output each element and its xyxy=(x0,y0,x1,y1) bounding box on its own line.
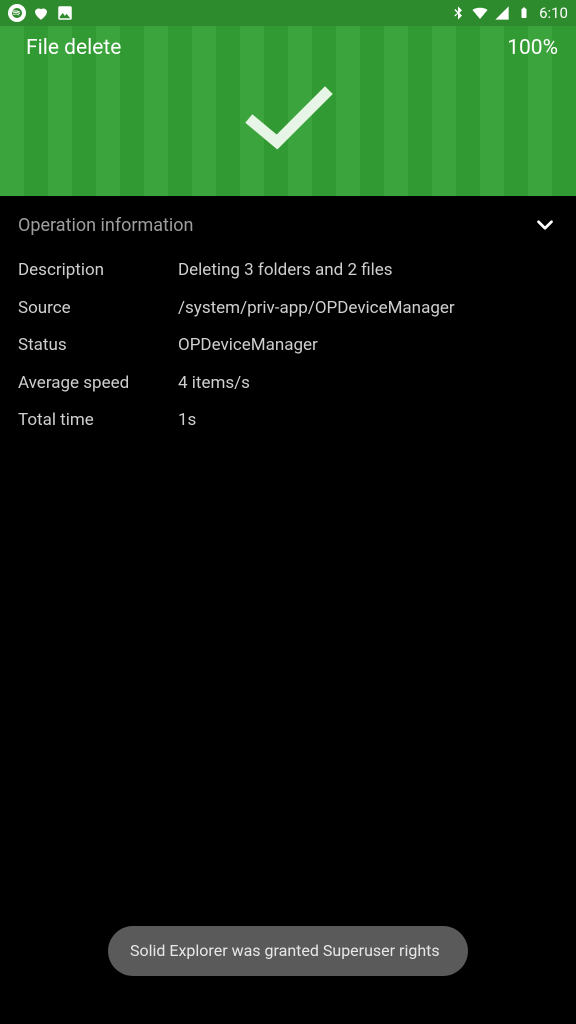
row-label: Total time xyxy=(18,408,178,434)
row-value: Deleting 3 folders and 2 files xyxy=(178,258,558,284)
row-label: Description xyxy=(18,258,178,284)
success-check xyxy=(0,80,576,164)
table-row: Source /system/priv-app/OPDeviceManager xyxy=(18,290,558,328)
wifi-icon xyxy=(471,4,489,22)
row-value: 1s xyxy=(178,408,558,434)
header-bar: File delete 100% xyxy=(0,26,576,60)
status-right: 6:10 xyxy=(449,4,568,22)
checkmark-icon xyxy=(233,80,343,164)
status-left xyxy=(8,4,74,22)
table-row: Total time 1s xyxy=(18,402,558,440)
page-title: File delete xyxy=(26,36,121,60)
heart-icon xyxy=(32,4,50,22)
spotify-icon xyxy=(8,4,26,22)
row-label: Source xyxy=(18,296,178,322)
toast-text: Solid Explorer was granted Superuser rig… xyxy=(130,941,440,960)
image-icon xyxy=(56,4,74,22)
signal-icon xyxy=(493,4,511,22)
operation-header: File delete 100% xyxy=(0,26,576,196)
row-label: Average speed xyxy=(18,371,178,397)
section-title: Operation information xyxy=(18,215,194,236)
row-value: 4 items/s xyxy=(178,371,558,397)
row-value: /system/priv-app/OPDeviceManager xyxy=(178,296,558,322)
chevron-down-icon xyxy=(532,212,558,238)
row-value: OPDeviceManager xyxy=(178,333,558,359)
toast-message: Solid Explorer was granted Superuser rig… xyxy=(108,926,468,976)
table-row: Status OPDeviceManager xyxy=(18,327,558,365)
operation-info-table: Description Deleting 3 folders and 2 fil… xyxy=(0,252,576,440)
table-row: Description Deleting 3 folders and 2 fil… xyxy=(18,252,558,290)
operation-info-header[interactable]: Operation information xyxy=(0,196,576,252)
battery-icon xyxy=(515,4,533,22)
table-row: Average speed 4 items/s xyxy=(18,365,558,403)
progress-percent: 100% xyxy=(507,36,558,60)
status-bar: 6:10 xyxy=(0,0,576,26)
status-clock: 6:10 xyxy=(539,4,568,22)
screen: 6:10 File delete 100% Operation informat… xyxy=(0,0,576,1024)
bluetooth-icon xyxy=(449,4,467,22)
row-label: Status xyxy=(18,333,178,359)
